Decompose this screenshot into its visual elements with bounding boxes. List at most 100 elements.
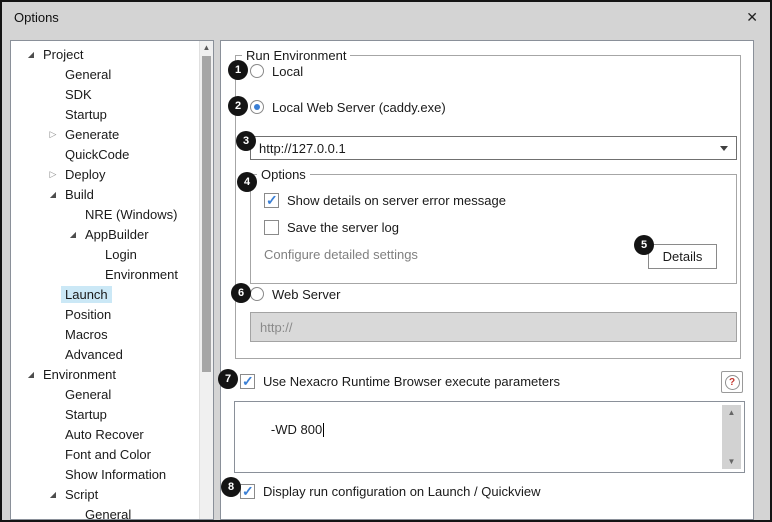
callout-8: 8 bbox=[221, 477, 241, 497]
web-server-radio[interactable] bbox=[250, 287, 264, 301]
scroll-up-icon[interactable]: ▲ bbox=[722, 408, 741, 417]
display-config-checkbox-label: Display run configuration on Launch / Qu… bbox=[263, 484, 540, 499]
tree-item-label: General bbox=[61, 66, 115, 83]
tree-item-macros[interactable]: Macros bbox=[11, 324, 199, 344]
tree-item-label: Advanced bbox=[61, 346, 127, 363]
run-environment-group-label: Run Environment bbox=[242, 48, 350, 63]
tree-item-project[interactable]: ◢Project bbox=[11, 44, 199, 64]
tree-item-label: Script bbox=[61, 486, 102, 503]
tree-expanded-icon[interactable]: ◢ bbox=[65, 230, 81, 239]
tree-expanded-icon[interactable]: ◢ bbox=[23, 50, 39, 59]
options-tree: ◢ProjectGeneralSDKStartup▷GenerateQuickC… bbox=[11, 44, 199, 520]
tree-item-login[interactable]: Login bbox=[11, 244, 199, 264]
display-config-checkbox-row[interactable]: Display run configuration on Launch / Qu… bbox=[240, 483, 540, 499]
tree-item-environment[interactable]: ◢Environment bbox=[11, 364, 199, 384]
tree-item-script[interactable]: ◢Script bbox=[11, 484, 199, 504]
tree-item-label: SDK bbox=[61, 86, 96, 103]
scrollbar-thumb[interactable] bbox=[202, 56, 211, 372]
callout-3: 3 bbox=[236, 131, 256, 151]
tree-item-quickcode[interactable]: QuickCode bbox=[11, 144, 199, 164]
display-config-checkbox[interactable] bbox=[240, 484, 255, 499]
web-server-url-input: http:// bbox=[250, 312, 737, 342]
save-log-checkbox-row[interactable]: Save the server log bbox=[264, 219, 399, 235]
tree-item-font-and-color[interactable]: Font and Color bbox=[11, 444, 199, 464]
local-web-server-radio[interactable] bbox=[250, 100, 264, 114]
runtime-params-checkbox-label: Use Nexacro Runtime Browser execute para… bbox=[263, 374, 560, 389]
callout-7: 7 bbox=[218, 369, 238, 389]
tree-item-build[interactable]: ◢Build bbox=[11, 184, 199, 204]
dialog-title: Options bbox=[14, 10, 59, 25]
options-group-label: Options bbox=[257, 167, 310, 182]
tree-item-label: Project bbox=[39, 46, 87, 63]
save-log-checkbox[interactable] bbox=[264, 220, 279, 235]
chevron-down-icon[interactable] bbox=[720, 146, 728, 151]
tree-item-label: Auto Recover bbox=[61, 426, 148, 443]
tree-item-label: Environment bbox=[39, 366, 120, 383]
tree-item-environment[interactable]: Environment bbox=[11, 264, 199, 284]
options-group: Options Show details on server error mes… bbox=[250, 174, 737, 284]
tree-item-nre-windows[interactable]: NRE (Windows) bbox=[11, 204, 199, 224]
tree-item-label: Position bbox=[61, 306, 115, 323]
tree-item-label: Environment bbox=[101, 266, 182, 283]
web-server-radio-row[interactable]: Web Server bbox=[250, 286, 340, 302]
save-log-checkbox-label: Save the server log bbox=[287, 220, 399, 235]
run-environment-group: Run Environment Local Local Web Server (… bbox=[235, 55, 741, 359]
details-button[interactable]: Details bbox=[648, 244, 717, 269]
tree-expanded-icon[interactable]: ◢ bbox=[45, 490, 61, 499]
tree-item-general[interactable]: General bbox=[11, 504, 199, 520]
local-web-server-radio-row[interactable]: Local Web Server (caddy.exe) bbox=[250, 99, 446, 115]
tree-item-sdk[interactable]: SDK bbox=[11, 84, 199, 104]
show-details-checkbox-row[interactable]: Show details on server error message bbox=[264, 192, 506, 208]
local-radio-row[interactable]: Local bbox=[250, 63, 303, 79]
tree-collapsed-icon[interactable]: ▷ bbox=[45, 169, 61, 180]
tree-item-label: General bbox=[81, 506, 135, 521]
server-url-value: http://127.0.0.1 bbox=[259, 141, 346, 156]
tree-item-label: Build bbox=[61, 186, 98, 203]
tree-item-launch[interactable]: Launch bbox=[11, 284, 199, 304]
show-details-checkbox[interactable] bbox=[264, 193, 279, 208]
scroll-down-icon[interactable]: ▼ bbox=[722, 457, 741, 466]
tree-item-label: NRE (Windows) bbox=[81, 206, 181, 223]
tree-item-label: Startup bbox=[61, 106, 111, 123]
runtime-params-textarea[interactable]: -WD 800 ▲ ▼ bbox=[234, 401, 745, 473]
tree-item-label: Login bbox=[101, 246, 141, 263]
tree-item-auto-recover[interactable]: Auto Recover bbox=[11, 424, 199, 444]
tree-expanded-icon[interactable]: ◢ bbox=[45, 190, 61, 199]
server-url-combobox[interactable]: http://127.0.0.1 bbox=[250, 136, 737, 160]
tree-scrollbar[interactable]: ▲ bbox=[199, 41, 213, 519]
tree-item-deploy[interactable]: ▷Deploy bbox=[11, 164, 199, 184]
web-server-radio-label: Web Server bbox=[272, 287, 340, 302]
help-button[interactable]: ? bbox=[721, 371, 743, 393]
local-radio-label: Local bbox=[272, 64, 303, 79]
runtime-params-checkbox-row[interactable]: Use Nexacro Runtime Browser execute para… bbox=[240, 373, 560, 389]
textarea-scrollbar[interactable]: ▲ ▼ bbox=[722, 405, 741, 469]
tree-item-label: Deploy bbox=[61, 166, 109, 183]
tree-item-label: QuickCode bbox=[61, 146, 133, 163]
tree-item-label: Generate bbox=[61, 126, 123, 143]
text-cursor bbox=[323, 423, 324, 437]
tree-item-general[interactable]: General bbox=[11, 64, 199, 84]
scroll-up-icon[interactable]: ▲ bbox=[200, 43, 213, 52]
tree-item-generate[interactable]: ▷Generate bbox=[11, 124, 199, 144]
runtime-params-checkbox[interactable] bbox=[240, 374, 255, 389]
titlebar: Options ✕ bbox=[2, 2, 770, 32]
local-web-server-radio-label: Local Web Server (caddy.exe) bbox=[272, 100, 446, 115]
tree-item-advanced[interactable]: Advanced bbox=[11, 344, 199, 364]
local-radio[interactable] bbox=[250, 64, 264, 78]
tree-item-show-information[interactable]: Show Information bbox=[11, 464, 199, 484]
close-icon[interactable]: ✕ bbox=[746, 10, 758, 24]
tree-item-label: Show Information bbox=[61, 466, 170, 483]
tree-item-startup[interactable]: Startup bbox=[11, 404, 199, 424]
tree-expanded-icon[interactable]: ◢ bbox=[23, 370, 39, 379]
options-tree-panel: ◢ProjectGeneralSDKStartup▷GenerateQuickC… bbox=[10, 40, 214, 520]
tree-item-label: Font and Color bbox=[61, 446, 155, 463]
tree-item-label: Startup bbox=[61, 406, 111, 423]
tree-item-position[interactable]: Position bbox=[11, 304, 199, 324]
tree-item-general[interactable]: General bbox=[11, 384, 199, 404]
show-details-checkbox-label: Show details on server error message bbox=[287, 193, 506, 208]
tree-collapsed-icon[interactable]: ▷ bbox=[45, 129, 61, 140]
tree-item-startup[interactable]: Startup bbox=[11, 104, 199, 124]
tree-item-label: Launch bbox=[61, 286, 112, 303]
callout-4: 4 bbox=[237, 172, 257, 192]
tree-item-appbuilder[interactable]: ◢AppBuilder bbox=[11, 224, 199, 244]
